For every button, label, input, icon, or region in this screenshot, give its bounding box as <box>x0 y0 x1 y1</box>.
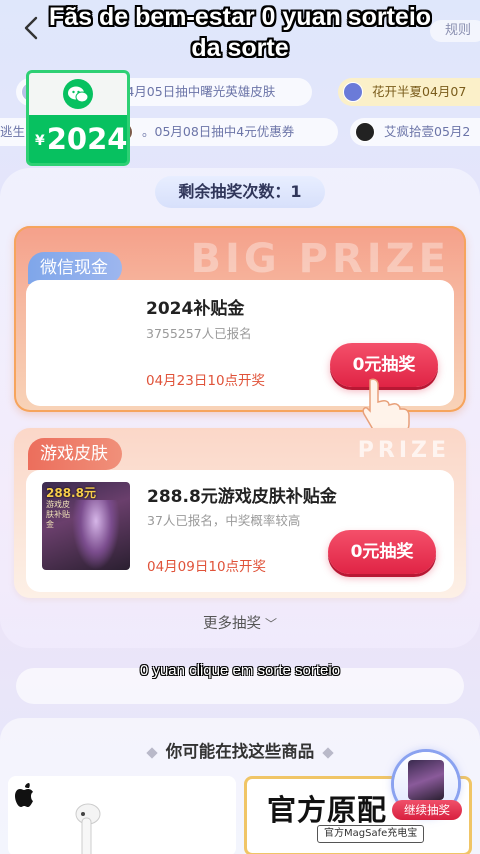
ticker-text: 花开半夏04月07 <box>372 84 467 99</box>
apple-logo-icon <box>14 782 36 808</box>
user-avatar <box>343 82 363 102</box>
thumb-subtitle: 游戏皮肤补贴金 <box>46 500 70 529</box>
continue-draw-label: 继续抽奖 <box>392 800 462 820</box>
continue-draw-float-button[interactable]: 继续抽奖 <box>392 752 462 824</box>
prize-title: 2024补贴金 <box>146 299 245 319</box>
product-card-earphones[interactable] <box>8 776 236 854</box>
remaining-draws-badge: 剩余抽奖次数：1 <box>155 176 325 208</box>
product-subtitle: 官方MagSafe充电宝 <box>317 825 425 843</box>
ticker-item: 花开半夏04月07 <box>338 78 480 106</box>
ticker-text: 艾疯拾壹05月2 <box>384 124 471 139</box>
earbud-product-image <box>74 800 104 854</box>
video-caption-subtitle: 0 yuan clique em sorte sorteio <box>139 662 341 679</box>
prize-signup-count: 3755257人已报名 <box>146 326 252 341</box>
wechat-cash-amount: ¥2024 <box>35 122 128 156</box>
prize-title: 288.8元游戏皮肤补贴金 <box>147 487 337 507</box>
big-prize-watermark: BIG PRIZE <box>190 236 450 282</box>
wechat-logo-icon <box>63 79 93 109</box>
diamond-decoration-icon <box>146 746 158 759</box>
more-draws-label: 更多抽奖 <box>202 616 261 632</box>
apple-tv-avatar <box>355 122 375 142</box>
wechat-cash-thumbnail: ¥2024 <box>26 70 130 166</box>
product-headline: 官方原配 <box>267 793 388 827</box>
game-skin-thumbnail: 288.8元 游戏皮肤补贴金 <box>42 482 130 570</box>
rules-button[interactable]: 规则 <box>430 20 480 42</box>
float-prize-image <box>408 760 444 800</box>
more-draws-link[interactable]: 更多抽奖 ﹀ <box>0 612 480 633</box>
prize-category-tag: 游戏皮肤 <box>28 438 122 470</box>
ticker-item: 。05月08日抽中4元优惠券 <box>108 118 338 146</box>
ticker-text: 。05月08日抽中4元优惠券 <box>142 124 295 139</box>
game-character-image <box>72 500 120 570</box>
ticker-item: 艾疯拾壹05月2 <box>350 118 480 146</box>
prize-draw-date: 04月23日10点开奖 <box>146 373 266 389</box>
diamond-decoration-icon <box>322 746 334 759</box>
thumb-amount: 288.8元 <box>46 486 96 500</box>
chevron-down-icon: ﹀ <box>264 617 277 631</box>
free-draw-button[interactable]: 0元抽奖 <box>328 530 436 574</box>
prize-watermark: PRIZE <box>357 438 450 463</box>
prize-draw-date: 04月09日10点开奖 <box>147 559 267 575</box>
video-caption-title: Fãs de bem-estar 0 yuan sorteio da sorte <box>48 3 432 62</box>
prize-signup-count: 37人已报名，中奖概率较高 <box>147 513 301 528</box>
top-bar: Fãs de bem-estar 0 yuan sorteio da sorte… <box>0 0 480 70</box>
